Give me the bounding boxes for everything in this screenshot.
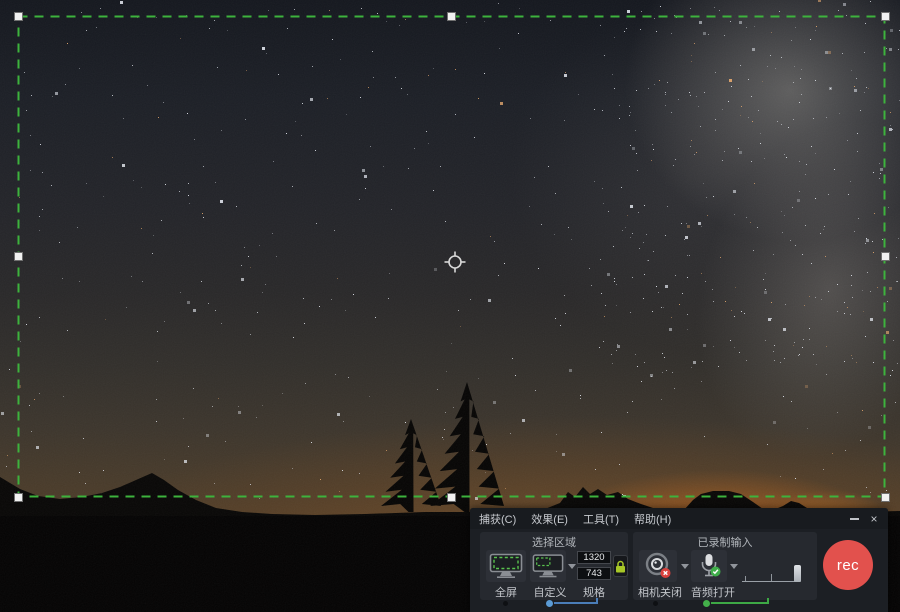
close-button[interactable]: × [866,508,882,529]
crosshair-icon[interactable] [445,252,466,273]
camera-status-label: 相机关闭 [636,584,684,600]
recorder-toolbar: 捕获(C) 效果(E) 工具(T) 帮助(H) × 选择区域 全屏 [470,508,888,612]
meter-baseline [742,581,800,582]
audio-slider-thumb[interactable] [703,600,710,607]
region-height-input[interactable] [577,567,611,580]
menu-bar: 捕获(C) 效果(E) 工具(T) 帮助(H) [470,508,888,529]
handle-top-right[interactable] [881,12,890,21]
region-slider-end-tick [596,598,598,604]
size-label: 规格 [570,584,618,600]
region-slider-track [554,602,596,604]
recorded-inputs-title: 已录制输入 [633,534,817,550]
handle-top-left[interactable] [14,12,23,21]
menu-capture[interactable]: 捕获(C) [479,511,516,527]
minimize-button[interactable] [846,508,862,529]
custom-region-chevron-down-icon[interactable] [568,564,576,569]
monitor-fullscreen-icon [489,553,523,579]
handle-bottom-right[interactable] [881,493,890,502]
aspect-lock-button[interactable] [613,555,628,577]
audio-slider-end-tick [767,598,769,604]
audio-status-label: 音频打开 [691,584,735,600]
audio-toggle-button[interactable] [691,550,727,582]
menu-help[interactable]: 帮助(H) [634,511,671,527]
camera-chevron-down-icon[interactable] [681,564,689,569]
custom-region-button[interactable] [530,550,566,582]
fullscreen-button[interactable] [486,550,526,582]
minimize-icon [850,518,859,520]
select-region-title: 选择区域 [480,534,628,550]
microphone-on-icon [695,552,723,580]
monitor-custom-icon [532,553,564,579]
region-width-input[interactable] [577,551,611,564]
audio-chevron-down-icon[interactable] [730,564,738,569]
meter-tick [771,574,772,581]
fullscreen-label: 全屏 [486,584,526,600]
webcam-off-icon [643,552,673,580]
region-slider-thumb[interactable] [546,600,553,607]
audio-slider-track [711,602,767,604]
meter-tick [745,576,746,581]
camera-toggle-button[interactable] [639,550,677,582]
record-button[interactable]: rec [823,540,873,590]
handle-right-middle[interactable] [881,252,890,261]
menu-effects[interactable]: 效果(E) [531,511,568,527]
screen-capture-app: 捕获(C) 效果(E) 工具(T) 帮助(H) × 选择区域 全屏 [0,0,900,612]
audio-level-meter[interactable] [742,560,804,584]
close-icon: × [870,512,877,526]
meter-fader-handle[interactable] [794,565,801,582]
select-region-group: 选择区域 全屏 自定义 [480,532,628,600]
input-indicator-dot [653,601,658,606]
handle-top-middle[interactable] [447,12,456,21]
handle-bottom-left[interactable] [14,493,23,502]
menu-tools[interactable]: 工具(T) [583,511,619,527]
handle-bottom-middle[interactable] [447,493,456,502]
recorded-inputs-group: 已录制输入 相机关闭 [633,532,817,600]
handle-left-middle[interactable] [14,252,23,261]
custom-region-label: 自定义 [524,584,576,600]
lock-icon [615,560,626,573]
region-indicator-dot [503,601,508,606]
